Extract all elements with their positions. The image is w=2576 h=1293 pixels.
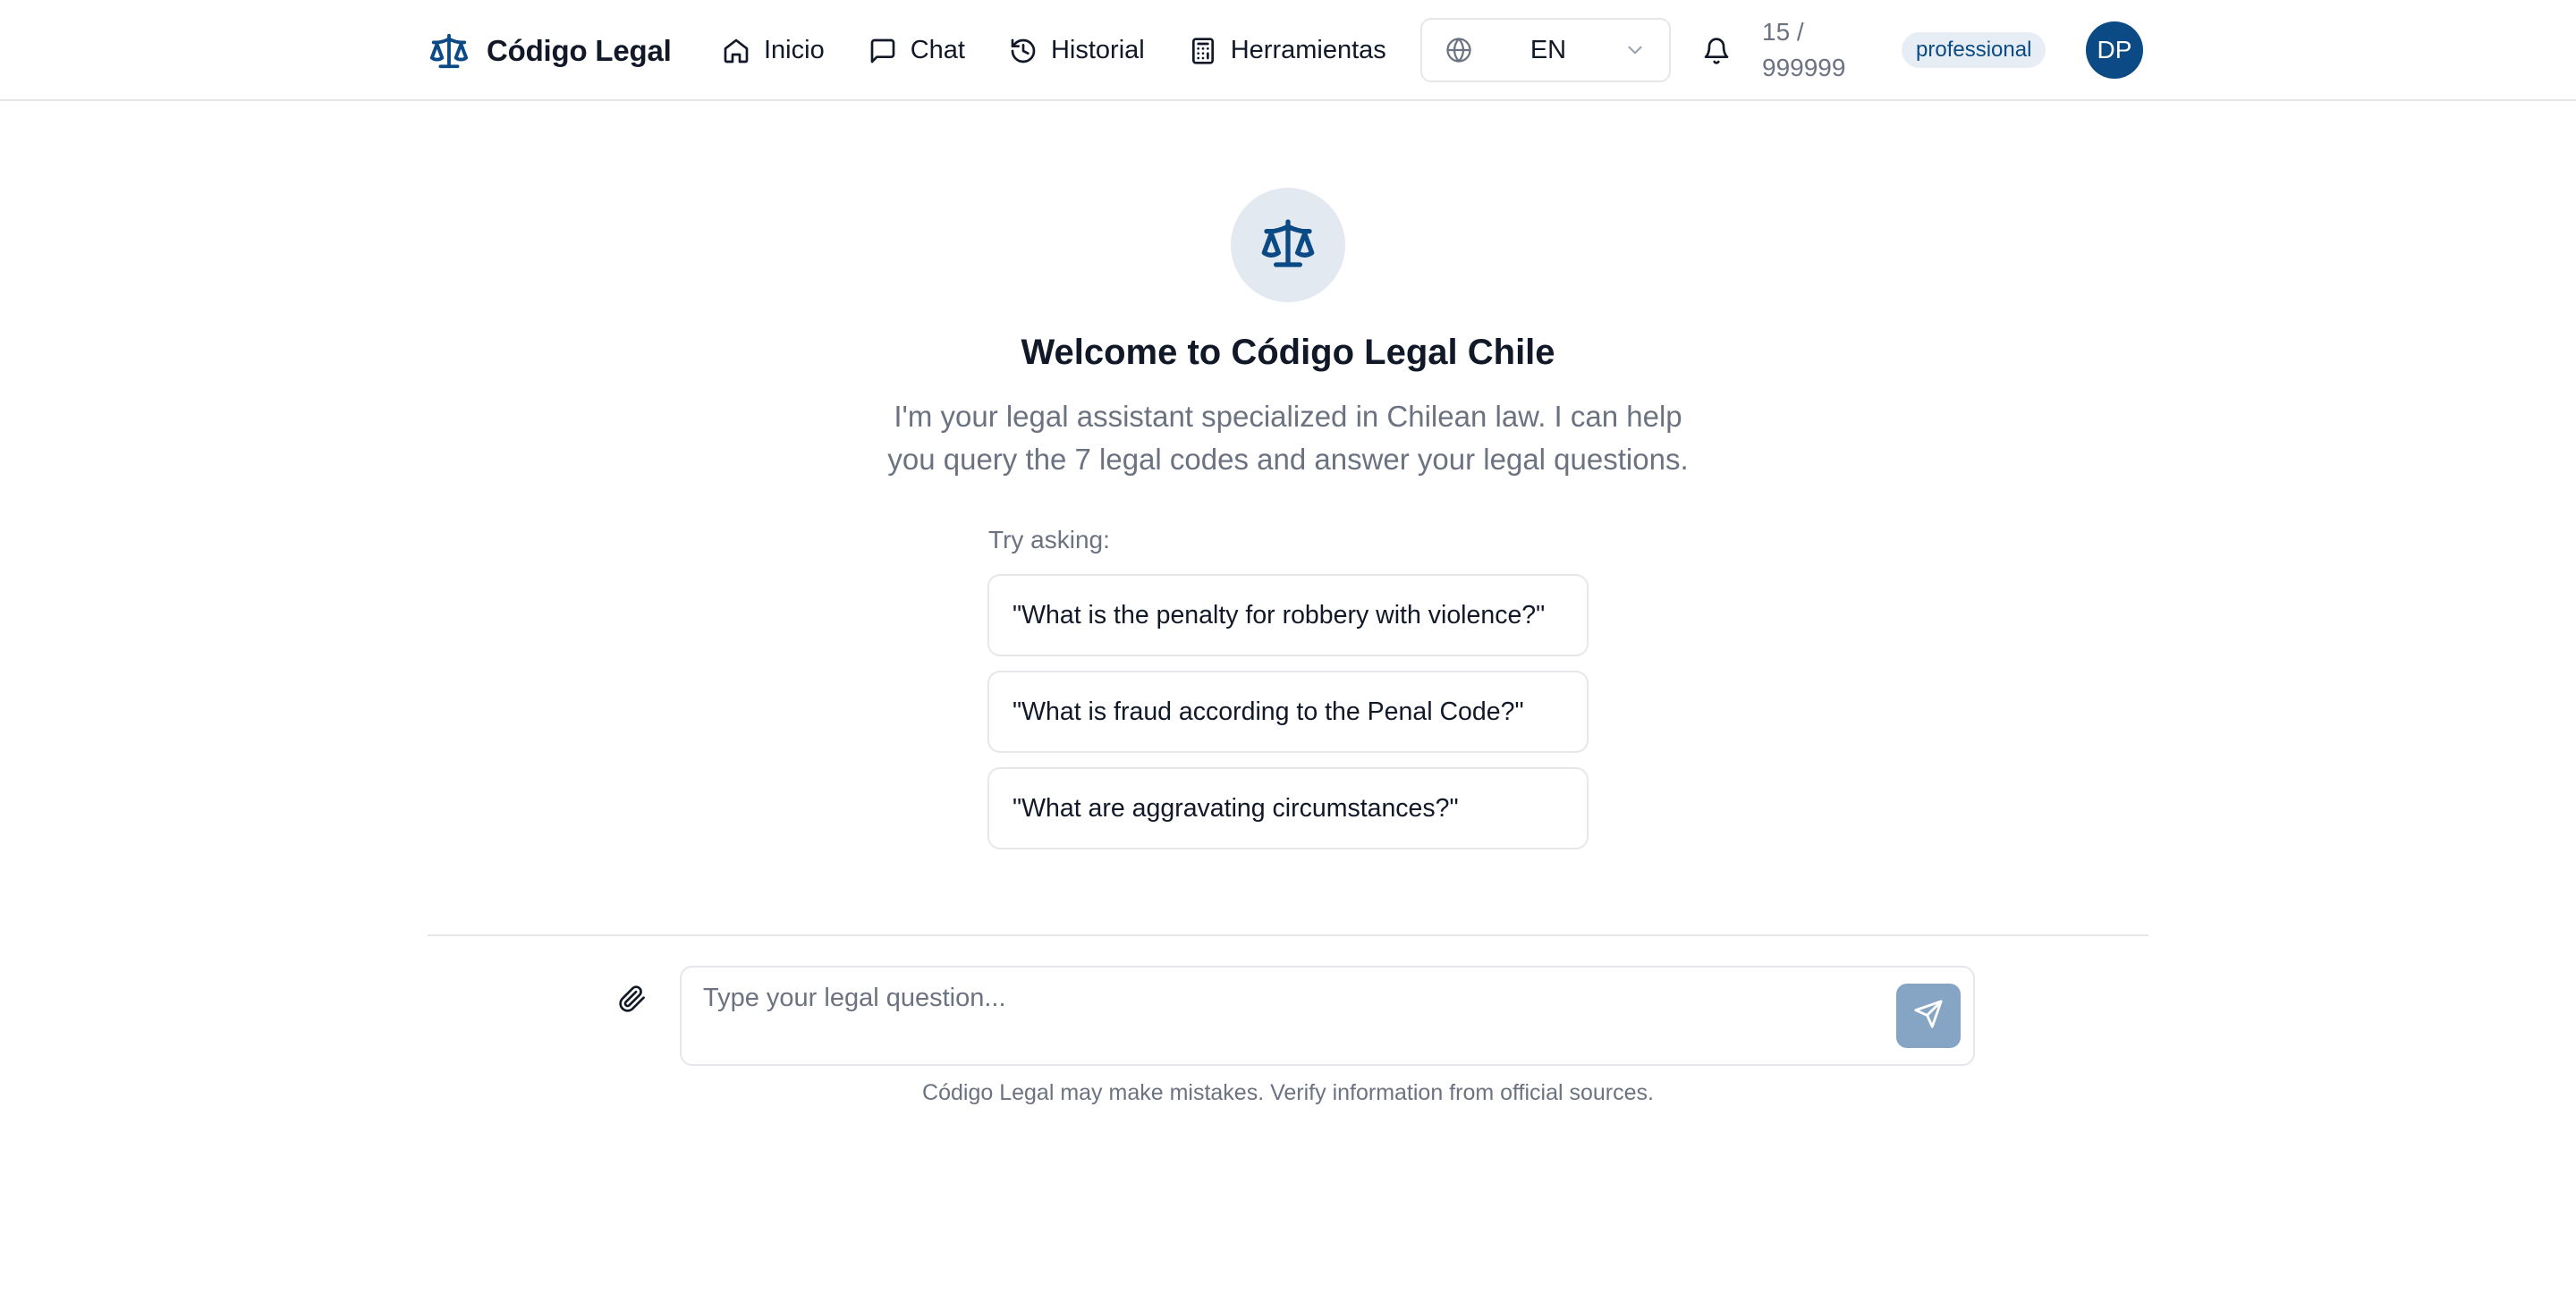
home-icon [721,36,751,66]
history-icon [1008,36,1038,66]
welcome-title: Welcome to Código Legal Chile [1021,333,1555,372]
message-composer [680,966,1975,1066]
top-navbar: Código Legal Inicio Chat Historial Herra… [0,0,2576,101]
language-value: EN [1530,35,1567,64]
suggestion-list: "What is the penalty for robbery with vi… [987,574,1589,864]
brand-name: Código Legal [487,33,672,67]
usage-used: 15 / [1762,18,1804,46]
paperclip-icon[interactable] [614,980,651,1018]
main-nav: Inicio Chat Historial Herramientas [721,0,1386,101]
welcome-subtitle: I'm your legal assistant specialized in … [887,400,1689,476]
brand[interactable]: Código Legal [428,0,672,101]
question-input[interactable] [703,984,1830,1037]
usage-counter: 15 / 999999 [1762,14,1869,86]
send-button[interactable] [1896,984,1961,1048]
usage-limit: 999999 [1762,54,1846,81]
composer-divider [428,934,2148,936]
plan-badge: professional [1902,32,2046,68]
hero-scale-badge [1231,188,1345,302]
calculator-icon [1188,36,1218,66]
scale-icon [428,30,470,72]
suggestion-button[interactable]: "What is fraud according to the Penal Co… [987,671,1589,753]
nav-label: Herramientas [1230,36,1386,64]
send-icon [1913,999,1944,1034]
nav-item-historial[interactable]: Historial [1008,24,1145,78]
nav-label: Historial [1050,36,1145,64]
bell-icon[interactable] [1698,32,1735,70]
globe-icon [1444,35,1474,65]
nav-item-inicio[interactable]: Inicio [721,24,825,78]
avatar[interactable]: DP [2086,21,2143,79]
suggestion-button[interactable]: "What is the penalty for robbery with vi… [987,574,1589,656]
disclaimer: Código Legal may make mistakes. Verify i… [922,1080,1654,1105]
scale-icon [1259,215,1317,276]
language-select[interactable]: EN [1420,18,1671,82]
nav-item-chat[interactable]: Chat [868,24,965,78]
message-square-icon [868,36,898,66]
chevron-down-icon [1623,38,1648,63]
suggestion-button[interactable]: "What are aggravating circumstances?" [987,767,1589,849]
nav-label: Inicio [764,36,825,64]
try-asking-label: Try asking: [988,526,1110,554]
nav-label: Chat [910,36,965,64]
nav-item-herramientas[interactable]: Herramientas [1188,24,1386,78]
